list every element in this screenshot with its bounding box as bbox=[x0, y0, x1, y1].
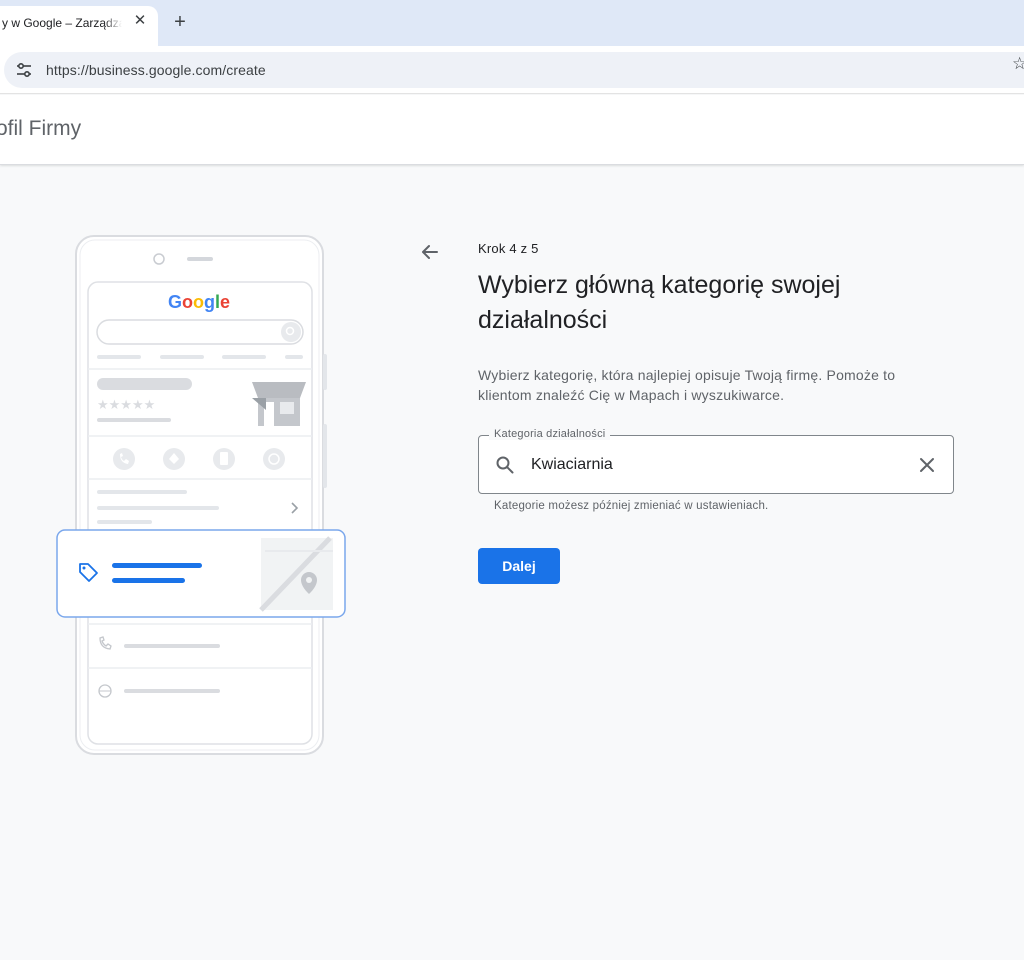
search-icon bbox=[496, 456, 514, 474]
tab-title: y w Google – Zarządzaj bbox=[2, 16, 122, 30]
next-button[interactable]: Dalej bbox=[478, 548, 560, 584]
page-description: Wybierz kategorię, która najlepiej opisu… bbox=[478, 367, 896, 403]
star-icon[interactable]: ☆ bbox=[1012, 54, 1024, 74]
address-bar[interactable]: https://business.google.com/create bbox=[4, 52, 1024, 88]
browser-tab[interactable]: y w Google – Zarządzaj ✕ bbox=[0, 6, 158, 46]
close-icon[interactable]: ✕ bbox=[132, 13, 148, 29]
clear-icon[interactable] bbox=[917, 455, 937, 475]
google-logo: Google bbox=[168, 292, 230, 312]
category-input[interactable] bbox=[531, 453, 901, 477]
step-indicator: Krok 4 z 5 bbox=[478, 241, 539, 256]
app-title: ofil Firmy bbox=[0, 117, 82, 140]
category-field[interactable]: Kategoria działalności bbox=[478, 428, 954, 494]
browser-tabstrip: y w Google – Zarządzaj ✕ + bbox=[0, 0, 1024, 46]
arrow-back-icon[interactable] bbox=[418, 240, 442, 264]
plus-icon[interactable]: + bbox=[170, 12, 190, 32]
category-field-label: Kategoria działalności bbox=[489, 428, 611, 440]
category-helper-text: Kategorie możesz później zmieniać w usta… bbox=[494, 500, 769, 512]
page-title: Wybierz główną kategorię swojej działaln… bbox=[478, 271, 841, 334]
browser-toolbar: https://business.google.com/create ☆ bbox=[0, 46, 1024, 94]
app-header: ofil Firmy bbox=[0, 95, 1024, 165]
svg-text:★★★★★: ★★★★★ bbox=[97, 398, 155, 413]
url-text[interactable]: https://business.google.com/create bbox=[46, 62, 266, 78]
tune-icon[interactable] bbox=[14, 60, 34, 80]
phone-illustration: Google ★★★★★ bbox=[56, 235, 346, 755]
